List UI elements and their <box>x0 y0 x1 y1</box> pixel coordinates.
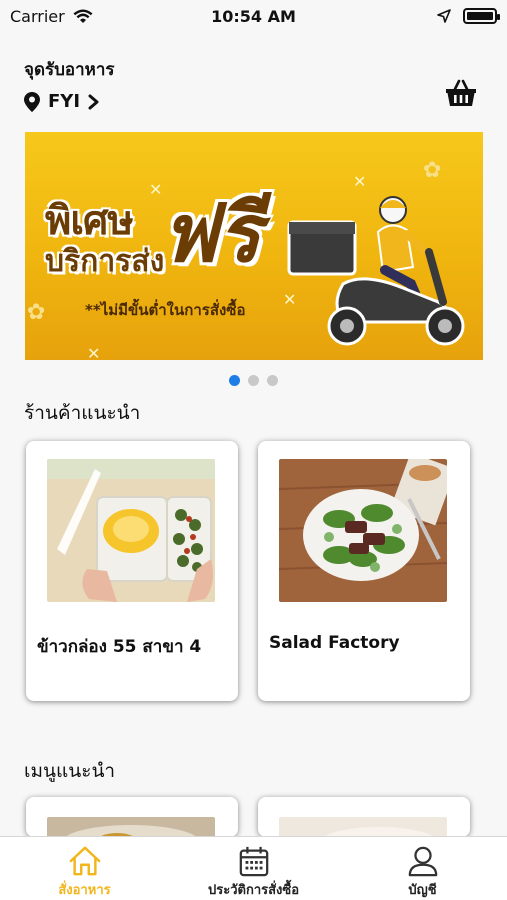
shop-card[interactable]: Salad Factory <box>258 441 470 701</box>
wifi-icon <box>73 9 93 23</box>
sparkle-icon: ✕ <box>353 172 367 191</box>
carrier-label: Carrier <box>10 6 65 26</box>
recommended-shops-list[interactable]: ข้าวกล่อง 55 สาขา 4 Salad Factory <box>26 441 470 701</box>
flower-icon: ✿ <box>423 158 442 183</box>
carousel-dot[interactable] <box>248 375 259 386</box>
user-icon <box>408 846 437 877</box>
banner-note: **ไม่มีขั้นต่ำในการสั่งซื้อ <box>85 301 246 319</box>
header: จุดรับอาหาร FYI <box>0 56 507 126</box>
menu-image <box>47 817 215 837</box>
tab-label: ประวัติการสั่งซื้อ <box>207 883 300 898</box>
tab-account[interactable]: บัญชี <box>338 837 507 900</box>
shop-image <box>279 459 447 602</box>
flower-icon: ✿ <box>27 300 46 325</box>
pickup-location-selector[interactable]: FYI <box>24 91 483 112</box>
tab-label: บัญชี <box>408 883 437 898</box>
menu-card[interactable] <box>258 797 470 837</box>
menu-card[interactable] <box>26 797 238 837</box>
menu-image <box>279 817 447 837</box>
shop-image <box>47 459 215 602</box>
banner-line2: บริการส่ง <box>45 244 165 279</box>
map-pin-icon <box>24 91 40 112</box>
delivery-scooter-illustration <box>287 196 465 346</box>
status-bar: Carrier 10:54 AM <box>0 0 507 32</box>
promo-banner[interactable]: ✕ ✕ ✕ ✕ ✿ ✿ ฟรี พิเศษ บริการส่ง **ไม่มีข… <box>25 132 483 360</box>
tab-label: สั่งอาหาร <box>58 883 111 898</box>
calendar-icon <box>239 846 268 877</box>
shop-name: ข้าวกล่อง 55 สาขา 4 <box>37 637 202 657</box>
recommended-menu-title: เมนูแนะนำ <box>24 760 116 782</box>
battery-icon <box>463 8 500 24</box>
carousel-dot[interactable] <box>229 375 240 386</box>
home-icon <box>69 846 100 876</box>
chevron-right-icon <box>88 94 99 109</box>
pickup-label: จุดรับอาหาร <box>24 60 115 80</box>
clock: 10:54 AM <box>211 6 296 26</box>
banner-free-text: ฟรี <box>161 187 261 280</box>
location-arrow-icon <box>437 9 451 23</box>
recommended-shops-title: ร้านค้าแนะนำ <box>24 402 141 424</box>
shop-card[interactable]: ข้าวกล่อง 55 สาขา 4 <box>26 441 238 701</box>
tab-order-history[interactable]: ประวัติการสั่งซื้อ <box>169 837 338 900</box>
pickup-location-name: FYI <box>48 91 81 112</box>
basket-icon[interactable] <box>445 78 477 108</box>
recommended-menu-list[interactable] <box>26 797 470 837</box>
carousel-dot[interactable] <box>267 375 278 386</box>
shop-name: Salad Factory <box>269 633 400 653</box>
tab-bar: สั่งอาหาร ประวัติการสั่งซื้อ บัญชี <box>0 836 507 900</box>
tab-order-food[interactable]: สั่งอาหาร <box>0 837 169 900</box>
carousel-pagination[interactable] <box>0 375 507 386</box>
sparkle-icon: ✕ <box>87 344 101 360</box>
